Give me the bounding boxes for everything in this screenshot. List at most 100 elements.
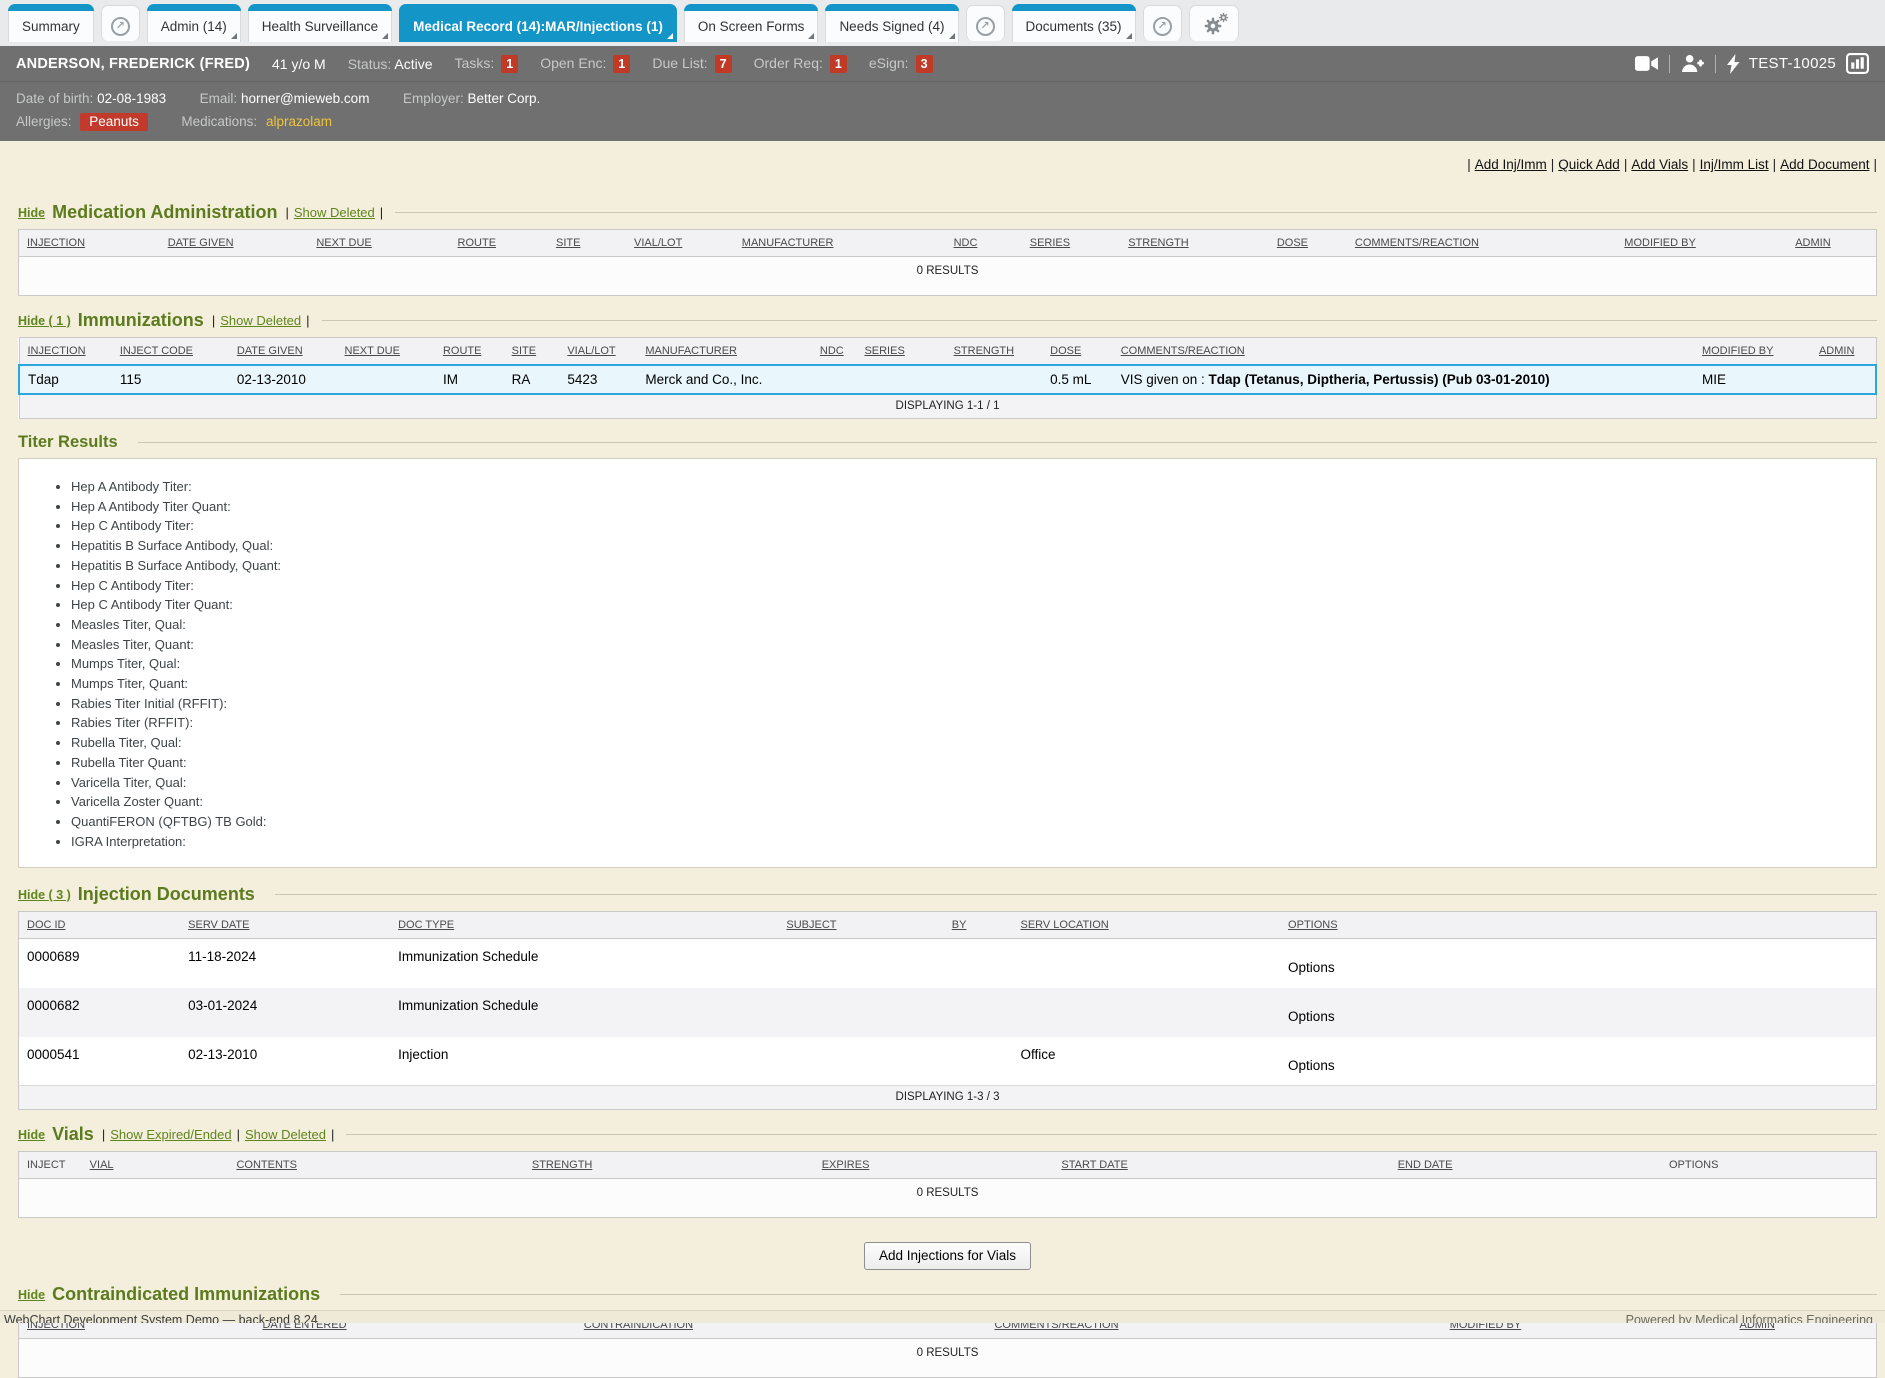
options-link[interactable]: Options	[1288, 960, 1335, 975]
cell-manufacturer: Merck and Co., Inc.	[637, 365, 812, 394]
column-header[interactable]: STRENGTH	[1120, 230, 1269, 257]
column-header[interactable]: DOSE	[1269, 230, 1347, 257]
column-header[interactable]: VIAL/LOT	[626, 230, 734, 257]
column-header[interactable]: DATE GIVEN	[229, 338, 337, 366]
show-expired-link[interactable]: Show Expired/Ended	[110, 1127, 231, 1142]
column-header[interactable]: INJECT CODE	[112, 338, 229, 366]
allergy-badge[interactable]: Peanuts	[80, 113, 148, 131]
cell-injection: Tdap	[19, 365, 112, 394]
due-list-count-badge[interactable]: 7	[715, 55, 732, 73]
cell-admin	[1811, 365, 1876, 394]
order-req-count-badge[interactable]: 1	[830, 55, 847, 73]
tab-summary-popout-button[interactable]: ↗	[101, 5, 140, 41]
document-row[interactable]: 0000682 03-01-2024 Immunization Schedule…	[19, 988, 1877, 1037]
column-header[interactable]: SERV DATE	[180, 912, 390, 939]
document-row[interactable]: 0000689 11-18-2024 Immunization Schedule…	[19, 939, 1877, 988]
column-header[interactable]: OPTIONS	[1280, 912, 1876, 939]
column-header[interactable]: START DATE	[1053, 1152, 1389, 1179]
esign-count-badge[interactable]: 3	[916, 55, 933, 73]
tab-settings-button[interactable]	[1189, 5, 1239, 41]
tab-health-surveillance[interactable]: Health Surveillance	[248, 4, 392, 42]
cell-serv-location	[1013, 988, 1281, 1037]
hide-contraindicated-link[interactable]: Hide	[18, 1288, 45, 1302]
column-header[interactable]: SERV LOCATION	[1013, 912, 1281, 939]
add-vials-link[interactable]: Add Vials	[1631, 157, 1688, 172]
column-header[interactable]: SERIES	[1022, 230, 1120, 257]
add-inj-imm-link[interactable]: Add Inj/Imm	[1475, 157, 1547, 172]
column-header[interactable]: DOC TYPE	[390, 912, 778, 939]
section-title: Contraindicated Immunizations	[52, 1284, 320, 1305]
column-header[interactable]: COMMENTS/REACTION	[1347, 230, 1616, 257]
add-person-icon[interactable]	[1681, 54, 1704, 73]
add-injections-for-vials-button[interactable]: Add Injections for Vials	[864, 1242, 1031, 1270]
cell-vial-lot: 5423	[559, 365, 637, 394]
tab-label: Medical Record (14):MAR/Injections (1)	[413, 19, 663, 34]
tab-admin[interactable]: Admin (14)	[147, 4, 241, 42]
flowsheet-chart-icon[interactable]	[1846, 53, 1869, 74]
tab-documents[interactable]: Documents (35)	[1012, 4, 1136, 42]
hide-injection-documents-link[interactable]: Hide ( 3 )	[18, 888, 71, 902]
column-header[interactable]: INJECTION	[19, 230, 160, 257]
column-header[interactable]: NDC	[946, 230, 1022, 257]
column-header[interactable]: INJECTION	[19, 338, 112, 366]
column-header[interactable]: DOC ID	[19, 912, 181, 939]
column-header[interactable]: BY	[944, 912, 1013, 939]
column-header[interactable]: VIAL	[82, 1152, 229, 1179]
tab-needs-signed[interactable]: Needs Signed (4)	[825, 4, 958, 42]
column-header[interactable]: COMMENTS/REACTION	[1113, 338, 1694, 366]
column-header[interactable]: MODIFIED BY	[1694, 338, 1811, 366]
hide-immunizations-link[interactable]: Hide ( 1 )	[18, 314, 71, 328]
column-header[interactable]: SITE	[504, 338, 560, 366]
options-link[interactable]: Options	[1288, 1058, 1335, 1073]
column-header[interactable]: CONTENTS	[228, 1152, 523, 1179]
immunization-row-tdap[interactable]: Tdap 115 02-13-2010 IM RA 5423 Merck and…	[19, 365, 1876, 394]
column-header[interactable]: NDC	[812, 338, 857, 366]
column-header[interactable]: ROUTE	[435, 338, 504, 366]
column-header[interactable]: STRENGTH	[524, 1152, 814, 1179]
tasks-count-badge[interactable]: 1	[501, 55, 518, 73]
column-header[interactable]: STRENGTH	[946, 338, 1043, 366]
inj-imm-list-link[interactable]: Inj/Imm List	[1700, 157, 1769, 172]
lightning-icon[interactable]	[1727, 54, 1741, 74]
tab-summary[interactable]: Summary	[8, 4, 94, 42]
options-link[interactable]: Options	[1288, 1009, 1335, 1024]
column-header[interactable]: ADMIN	[1811, 338, 1876, 366]
column-header[interactable]: MODIFIED BY	[1616, 230, 1787, 257]
allergies-label: Allergies:	[16, 114, 72, 129]
column-header[interactable]: NEXT DUE	[308, 230, 449, 257]
medication-link[interactable]: alprazolam	[266, 114, 332, 129]
separator	[1624, 157, 1628, 172]
column-header[interactable]: SERIES	[856, 338, 945, 366]
column-header[interactable]: DOSE	[1042, 338, 1113, 366]
tab-medical-record-active[interactable]: Medical Record (14):MAR/Injections (1)	[399, 4, 677, 42]
column-header[interactable]: MANUFACTURER	[637, 338, 812, 366]
column-header[interactable]: NEXT DUE	[337, 338, 435, 366]
hide-vials-link[interactable]: Hide	[18, 1128, 45, 1142]
column-header[interactable]: MANUFACTURER	[734, 230, 946, 257]
show-deleted-link[interactable]: Show Deleted	[245, 1127, 326, 1142]
hide-medication-admin-link[interactable]: Hide	[18, 206, 45, 220]
add-document-link[interactable]: Add Document	[1780, 157, 1869, 172]
divider	[340, 1294, 1877, 1295]
column-header[interactable]: SUBJECT	[778, 912, 943, 939]
tab-on-screen-forms[interactable]: On Screen Forms	[684, 4, 819, 42]
column-header[interactable]: EXPIRES	[814, 1152, 1054, 1179]
displaying-row: DISPLAYING 1-3 / 3	[19, 1086, 1877, 1110]
tab-label: Health Surveillance	[262, 19, 378, 34]
column-header[interactable]: DATE GIVEN	[160, 230, 309, 257]
video-camera-icon[interactable]	[1635, 55, 1658, 72]
column-header[interactable]: ADMIN	[1787, 230, 1876, 257]
column-header[interactable]: ROUTE	[450, 230, 548, 257]
document-row[interactable]: 0000541 02-13-2010 Injection Office Opti…	[19, 1037, 1877, 1086]
open-enc-count-badge[interactable]: 1	[613, 55, 630, 73]
popout-icon: ↗	[976, 17, 995, 36]
show-deleted-link[interactable]: Show Deleted	[220, 313, 301, 328]
tab-documents-popout-button[interactable]: ↗	[1143, 5, 1182, 41]
column-header[interactable]: SITE	[548, 230, 626, 257]
column-header[interactable]: END DATE	[1390, 1152, 1661, 1179]
tab-needs-signed-popout-button[interactable]: ↗	[966, 5, 1005, 41]
dob-label: Date of birth:	[16, 91, 93, 106]
quick-add-link[interactable]: Quick Add	[1558, 157, 1620, 172]
show-deleted-link[interactable]: Show Deleted	[294, 205, 375, 220]
column-header[interactable]: VIAL/LOT	[559, 338, 637, 366]
